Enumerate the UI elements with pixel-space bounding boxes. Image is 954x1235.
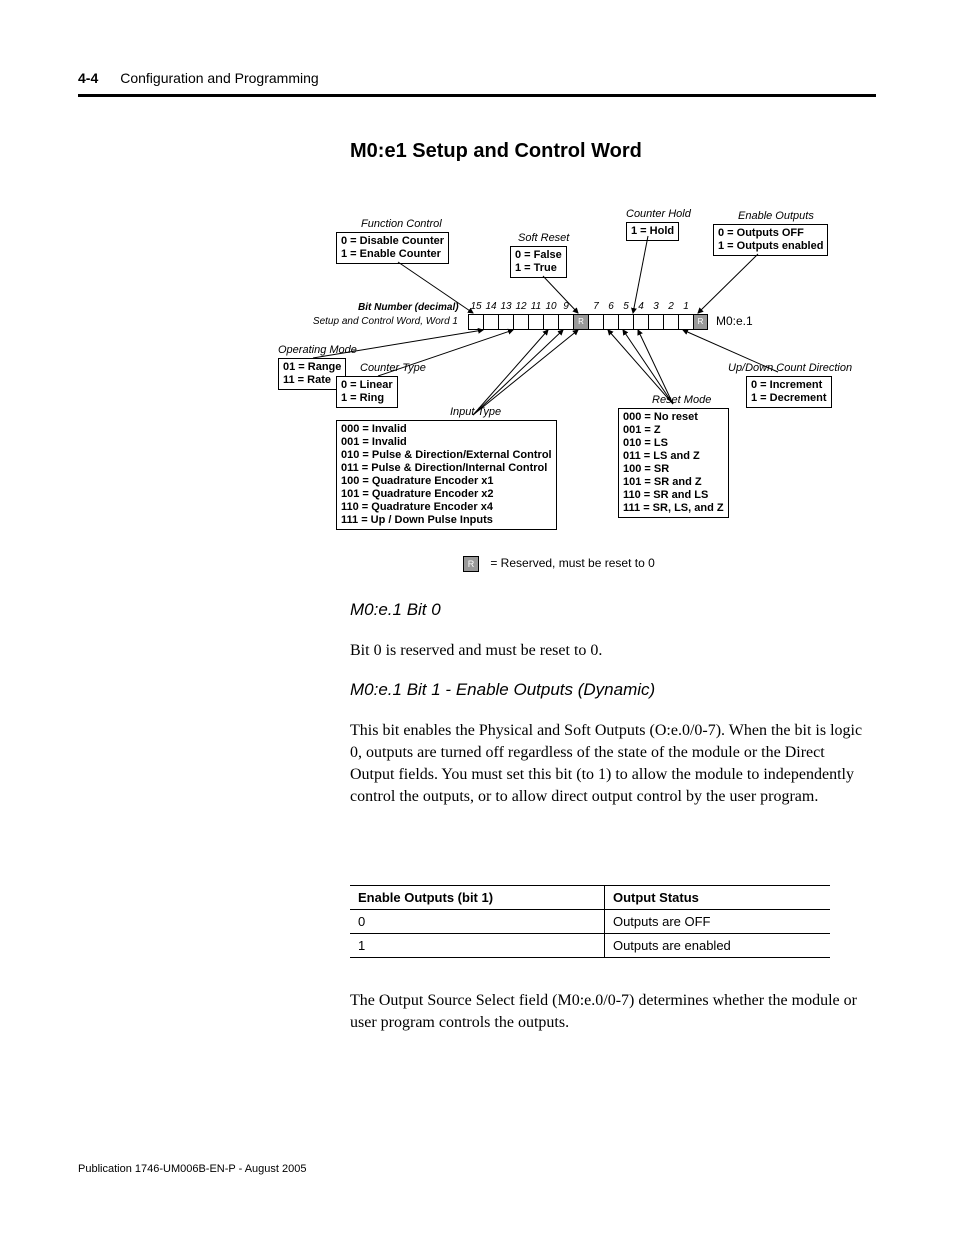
function-control-caption: Function Control	[361, 218, 442, 230]
operating-mode-caption: Operating Mode	[278, 344, 357, 356]
table-cell: 0	[350, 910, 604, 934]
bit-cell-9: 9	[558, 314, 573, 330]
after-table-body: The Output Source Select field (M0:e.0/0…	[350, 990, 870, 1034]
table-row: 0 Outputs are OFF	[350, 910, 830, 934]
bit-number-label: 6	[604, 301, 618, 312]
bit-cell-7: 7	[588, 314, 603, 330]
bit-cell-14: 14	[483, 314, 498, 330]
bit-number-label: 15	[469, 301, 483, 312]
bit0-heading: M0:e.1 Bit 0	[350, 600, 441, 620]
table-header-row: Enable Outputs (bit 1) Output Status	[350, 886, 830, 910]
bit-cell-6: 6	[603, 314, 618, 330]
bit-number-label: 10	[544, 301, 558, 312]
bit-number-label: 4	[634, 301, 648, 312]
bit-cell-0: R0	[693, 314, 708, 330]
input-type-box: 000 = Invalid001 = Invalid010 = Pulse & …	[336, 420, 557, 530]
chapter-title: Configuration and Programming	[120, 70, 318, 86]
bit-number-label: 8	[574, 301, 588, 315]
soft-reset-box: 0 = False1 = True	[510, 246, 567, 278]
table-header-1: Enable Outputs (bit 1)	[350, 886, 604, 910]
table-cell: Outputs are enabled	[604, 934, 830, 958]
bit-diagram: Function Control 0 = Disable Counter1 = …	[78, 200, 876, 580]
updown-caption: Up/Down Count Direction	[728, 362, 852, 374]
bit-number-label: 13	[499, 301, 513, 312]
bit-number-label: 7	[589, 301, 603, 312]
bit0-body: Bit 0 is reserved and must be reset to 0…	[350, 640, 870, 662]
bit-number-label: 9	[559, 301, 573, 312]
enable-outputs-caption: Enable Outputs	[738, 210, 814, 222]
bit-cell-5: 5	[618, 314, 633, 330]
soft-reset-caption: Soft Reset	[518, 232, 569, 244]
enable-outputs-box: 0 = Outputs OFF1 = Outputs enabled	[713, 224, 828, 256]
bit-cell-4: 4	[633, 314, 648, 330]
bit-number-label: 14	[484, 301, 498, 312]
counter-type-box: 0 = Linear1 = Ring	[336, 376, 398, 408]
page-number: 4-4	[78, 70, 98, 86]
table-cell: 1	[350, 934, 604, 958]
table-row: 1 Outputs are enabled	[350, 934, 830, 958]
table-header-2: Output Status	[604, 886, 830, 910]
updown-box: 0 = Increment1 = Decrement	[746, 376, 832, 408]
bit1-body: This bit enables the Physical and Soft O…	[350, 720, 870, 808]
bit-cell-15: 15	[468, 314, 483, 330]
bit-number-label: 1	[679, 301, 693, 312]
word-name: M0:e.1	[716, 314, 753, 328]
bit-number-label: 3	[649, 301, 663, 312]
bit-cell-3: 3	[648, 314, 663, 330]
counter-type-caption: Counter Type	[360, 362, 426, 374]
bit-cell-11: 11	[528, 314, 543, 330]
publication-footer: Publication 1746-UM006B-EN-P - August 20…	[78, 1163, 307, 1175]
counter-hold-caption: Counter Hold	[626, 208, 691, 220]
reset-mode-box: 000 = No reset001 = Z010 = LS011 = LS an…	[618, 408, 729, 518]
bit-row: 1514131211109R87654321R0	[468, 314, 708, 330]
bit-number-caption: Bit Number (decimal)	[358, 302, 459, 313]
bit-number-label: 5	[619, 301, 633, 312]
bit-cell-13: 13	[498, 314, 513, 330]
counter-hold-box: 1 = Hold	[626, 222, 679, 241]
bit-cell-8: R8	[573, 314, 588, 330]
bit-number-label: 12	[514, 301, 528, 312]
bit-number-label: 0	[694, 301, 707, 315]
function-control-box: 0 = Disable Counter1 = Enable Counter	[336, 232, 449, 264]
bit-cell-10: 10	[543, 314, 558, 330]
bit1-heading: M0:e.1 Bit 1 - Enable Outputs (Dynamic)	[350, 680, 655, 700]
reset-mode-caption: Reset Mode	[652, 394, 711, 406]
bit-cell-12: 12	[513, 314, 528, 330]
bit-cell-2: 2	[663, 314, 678, 330]
bit-number-label: 11	[529, 301, 543, 312]
reserved-legend: R = Reserved, must be reset to 0	[463, 556, 655, 572]
input-type-caption: Input Type	[450, 406, 501, 418]
reserved-legend-text: = Reserved, must be reset to 0	[490, 556, 654, 570]
bit-number-label: 2	[664, 301, 678, 312]
enable-outputs-table: Enable Outputs (bit 1) Output Status 0 O…	[350, 885, 830, 958]
word-label: Setup and Control Word, Word 1	[298, 316, 458, 327]
page-header: 4-4 Configuration and Programming	[78, 70, 876, 97]
section-heading: M0:e1 Setup and Control Word	[350, 140, 642, 163]
bit-cell-1: 1	[678, 314, 693, 330]
table-cell: Outputs are OFF	[604, 910, 830, 934]
reserved-icon: R	[463, 556, 479, 572]
